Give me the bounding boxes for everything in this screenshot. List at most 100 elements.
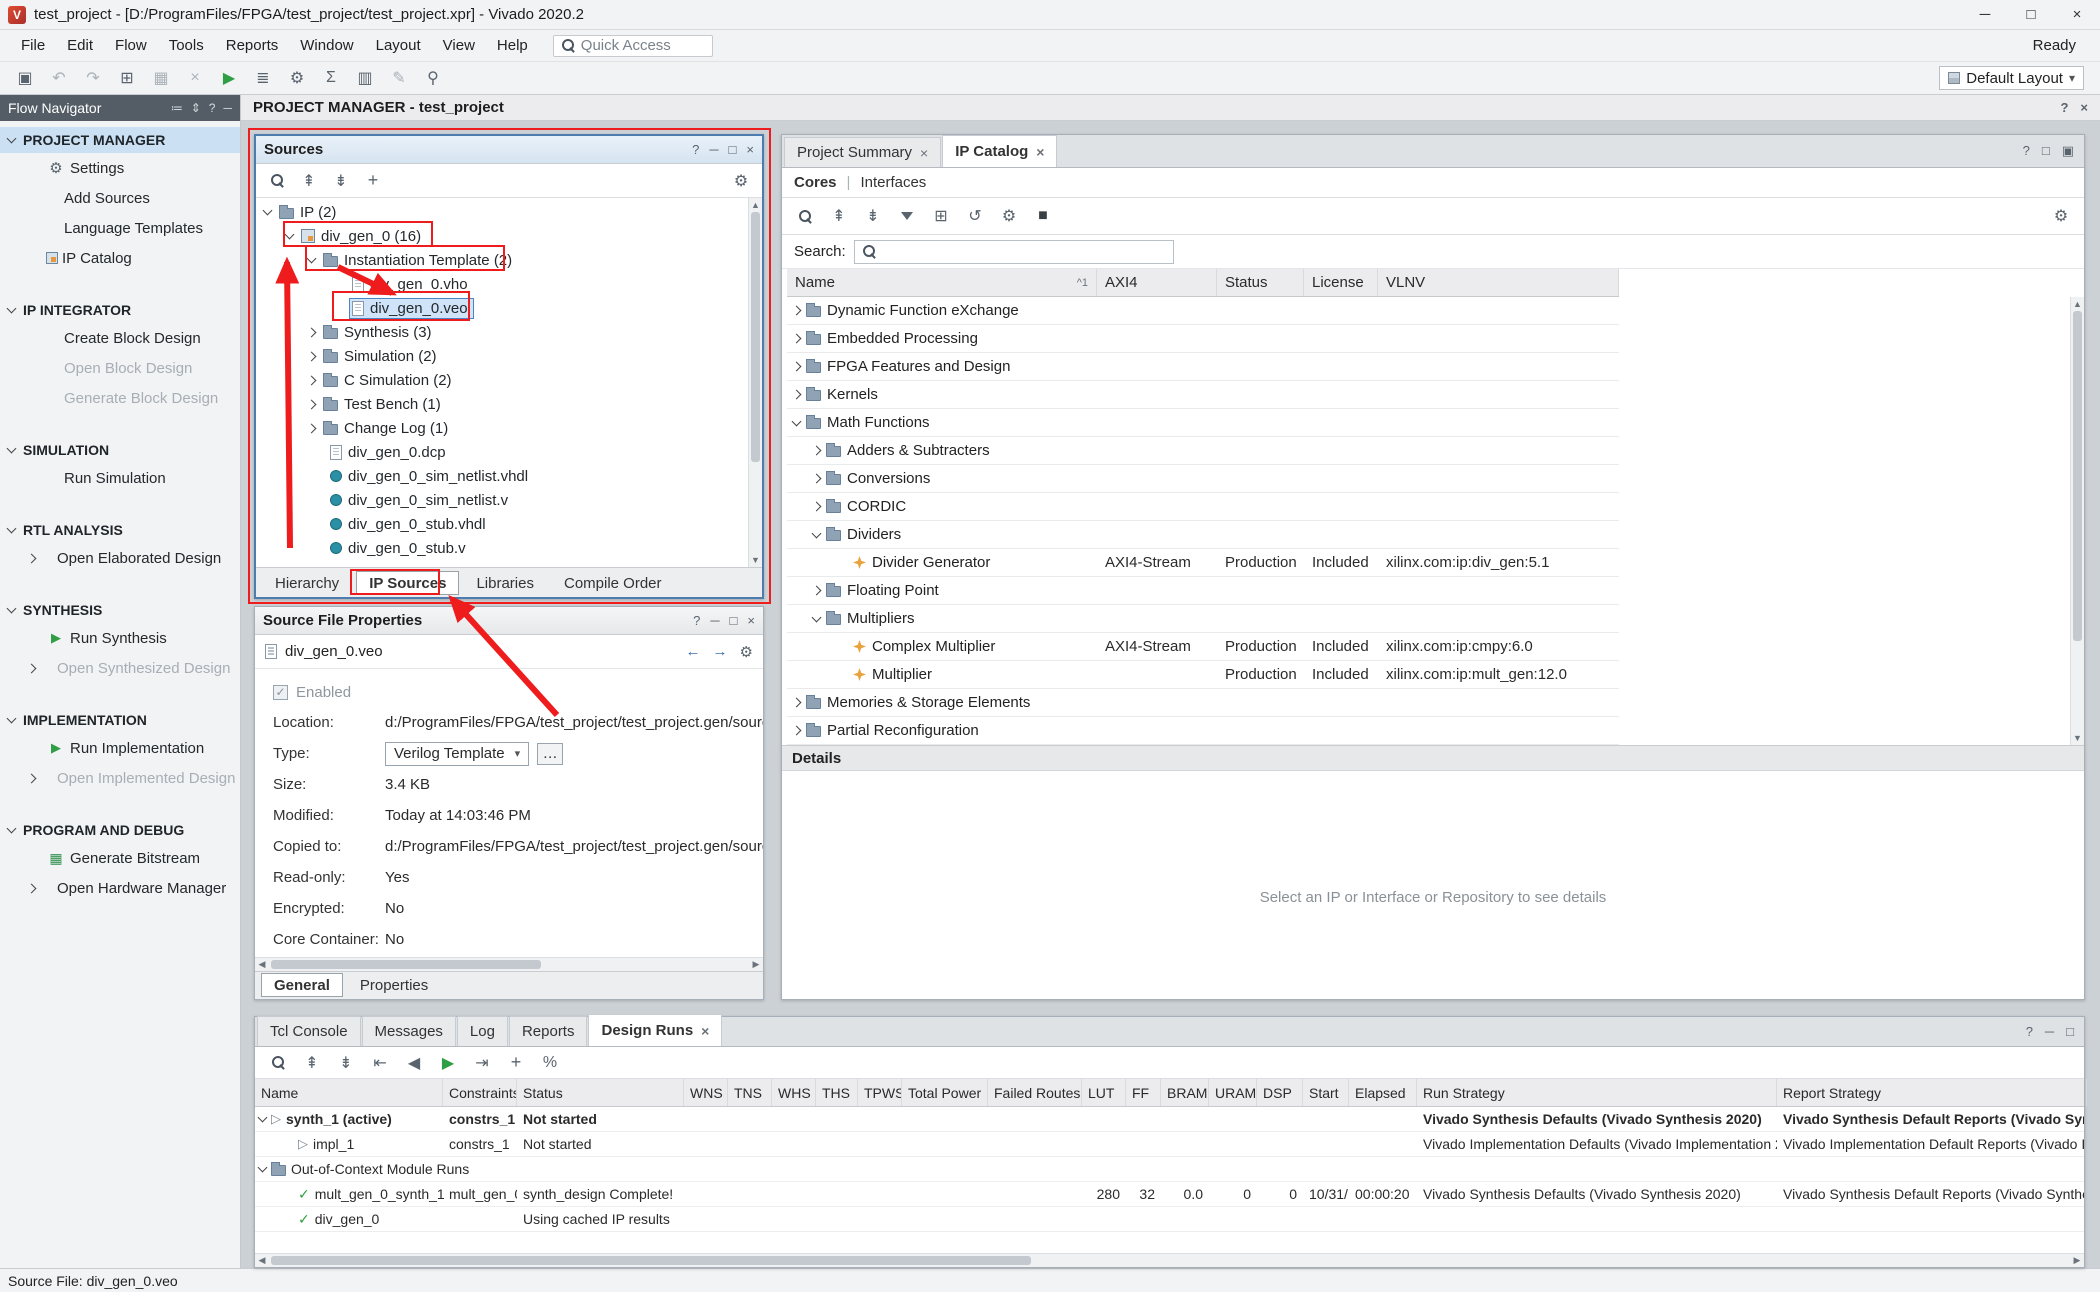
source-tree-item-c-simulation-2[interactable]: C Simulation (2) xyxy=(256,368,762,392)
catalog-row-fpga-features-and-design[interactable]: FPGA Features and Design xyxy=(787,353,1619,381)
collapse-all-icon[interactable]: ⇞ xyxy=(297,1050,327,1076)
sum-icon[interactable]: Σ xyxy=(316,65,346,91)
run-row-mult-gen-0-synth-1[interactable]: ✓mult_gen_0_synth_1mult_gen_0synth_desig… xyxy=(255,1182,2084,1207)
catalog-row-conversions[interactable]: Conversions xyxy=(787,465,1619,493)
paste-icon[interactable]: ▦ xyxy=(146,65,176,91)
bottom-tab-log[interactable]: Log xyxy=(457,1016,508,1046)
save-icon[interactable]: ▣ xyxy=(10,65,40,91)
type-dropdown[interactable]: Verilog Template▾ xyxy=(385,742,529,766)
source-tree-item-div-gen-0-dcp[interactable]: div_gen_0.dcp xyxy=(256,440,762,464)
ip-search-input[interactable] xyxy=(854,240,1174,264)
menu-view[interactable]: View xyxy=(432,33,486,58)
catalog-row-multiplier[interactable]: MultiplierProductionIncludedxilinx.com:i… xyxy=(787,661,1619,689)
step-forward-icon[interactable]: ⇥ xyxy=(467,1050,497,1076)
runs-column-dsp[interactable]: DSP xyxy=(1257,1079,1303,1106)
menu-edit[interactable]: Edit xyxy=(56,33,104,58)
flownav-item-ip-catalog[interactable]: IP Catalog xyxy=(0,243,240,273)
probe-icon[interactable]: ⚲ xyxy=(418,65,448,91)
source-tree-item-change-log-1[interactable]: Change Log (1) xyxy=(256,416,762,440)
flownav-section-implementation[interactable]: IMPLEMENTATION xyxy=(0,707,240,733)
runs-column-constraints[interactable]: Constraints xyxy=(443,1079,517,1106)
collapse-all-icon[interactable]: ⇞ xyxy=(294,168,324,194)
runs-column-uram[interactable]: URAM xyxy=(1209,1079,1257,1106)
scroll-left-icon[interactable]: ◀ xyxy=(255,1254,269,1267)
close-button[interactable]: × xyxy=(2054,0,2100,29)
flownav-section-project-manager[interactable]: PROJECT MANAGER xyxy=(0,127,240,153)
horizontal-scrollbar[interactable]: ◀ ▶ xyxy=(255,1253,2084,1267)
chevron-down-icon[interactable] xyxy=(263,206,273,216)
enabled-checkbox[interactable]: ✓ xyxy=(273,685,288,700)
source-tree-item-div-gen-0-sim-netlist-vhdl[interactable]: div_gen_0_sim_netlist.vhdl xyxy=(256,464,762,488)
add-sources-icon[interactable]: + xyxy=(358,168,388,194)
source-tree-item-div-gen-0-veo[interactable]: div_gen_0.veo xyxy=(256,296,762,320)
chevron-down-icon[interactable] xyxy=(792,416,802,426)
source-tree-item-div-gen-0-16[interactable]: div_gen_0 (16) xyxy=(256,224,762,248)
catalog-row-divider-generator[interactable]: Divider GeneratorAXI4-StreamProductionIn… xyxy=(787,549,1619,577)
help-icon[interactable]: ? xyxy=(693,613,700,628)
chevron-right-icon[interactable] xyxy=(792,306,802,316)
close-layout-icon[interactable]: × xyxy=(2080,100,2088,115)
chevron-down-icon[interactable] xyxy=(307,254,317,264)
chevron-right-icon[interactable] xyxy=(812,586,822,596)
filter-icon[interactable] xyxy=(892,203,922,229)
source-tree-item-div-gen-0-stub-vhdl[interactable]: div_gen_0_stub.vhdl xyxy=(256,512,762,536)
runs-column-status[interactable]: Status xyxy=(517,1079,684,1106)
scrollbar-thumb[interactable] xyxy=(271,960,541,969)
settings-gear-icon[interactable]: ⚙ xyxy=(2046,203,2076,229)
undo-icon[interactable]: ↶ xyxy=(44,65,74,91)
chevron-right-icon[interactable] xyxy=(307,423,317,433)
minimize-panel-icon[interactable]: ─ xyxy=(223,101,232,115)
bottom-tab-messages[interactable]: Messages xyxy=(362,1016,456,1046)
catalog-column-vlnv[interactable]: VLNV xyxy=(1378,269,1619,296)
ip-settings-icon[interactable]: ⚙ xyxy=(994,203,1024,229)
catalog-tab-ip-catalog[interactable]: IP Catalog× xyxy=(942,135,1057,167)
chevron-right-icon[interactable] xyxy=(307,327,317,337)
catalog-row-partial-reconfiguration[interactable]: Partial Reconfiguration xyxy=(787,717,1619,745)
flownav-item-generate-block-design[interactable]: Generate Block Design xyxy=(0,383,240,413)
source-tree-item-div-gen-0-vho[interactable]: div_gen_0.vho xyxy=(256,272,762,296)
layout-selector[interactable]: Default Layout ▾ xyxy=(1939,66,2084,90)
delete-icon[interactable]: × xyxy=(180,65,210,91)
runs-column-start[interactable]: Start xyxy=(1303,1079,1349,1106)
runs-column-tns[interactable]: TNS xyxy=(728,1079,772,1106)
source-tree-item-div-gen-0-stub-v[interactable]: div_gen_0_stub.v xyxy=(256,536,762,560)
float-panel-icon[interactable]: □ xyxy=(2042,143,2050,159)
flownav-item-run-simulation[interactable]: Run Simulation xyxy=(0,463,240,493)
chevron-right-icon[interactable] xyxy=(792,334,802,344)
expand-all-icon[interactable]: ⇟ xyxy=(331,1050,361,1076)
source-tree-item-div-gen-0-sim-netlist-v[interactable]: div_gen_0_sim_netlist.v xyxy=(256,488,762,512)
expand-collapse-icon[interactable]: ⇕ xyxy=(191,101,201,115)
search-icon[interactable] xyxy=(790,203,820,229)
minimize-panel-icon[interactable]: ─ xyxy=(2045,1024,2054,1039)
flownav-item-add-sources[interactable]: Add Sources xyxy=(0,183,240,213)
catalog-row-multipliers[interactable]: Multipliers xyxy=(787,605,1619,633)
catalog-subtab-interfaces[interactable]: Interfaces xyxy=(860,174,926,191)
bottom-tab-reports[interactable]: Reports xyxy=(509,1016,588,1046)
chevron-down-icon[interactable] xyxy=(258,1113,268,1123)
menu-file[interactable]: File xyxy=(10,33,56,58)
scrollbar-thumb[interactable] xyxy=(271,1256,1031,1265)
chevron-right-icon[interactable] xyxy=(307,375,317,385)
catalog-row-kernels[interactable]: Kernels xyxy=(787,381,1619,409)
properties-tab-general[interactable]: General xyxy=(261,973,343,997)
catalog-row-adders-subtracters[interactable]: Adders & Subtracters xyxy=(787,437,1619,465)
bottom-tab-design-runs[interactable]: Design Runs× xyxy=(588,1014,722,1046)
run-row-synth-1-active[interactable]: ▷synth_1 (active)constrs_1Not startedViv… xyxy=(255,1107,2084,1132)
flownav-section-program-and-debug[interactable]: PROGRAM AND DEBUG xyxy=(0,817,240,843)
bottom-tab-tcl-console[interactable]: Tcl Console xyxy=(257,1016,361,1046)
report-icon[interactable]: ▥ xyxy=(350,65,380,91)
chevron-down-icon[interactable] xyxy=(258,1163,268,1173)
percent-icon[interactable]: % xyxy=(535,1050,565,1076)
flownav-item-run-synthesis[interactable]: ▶Run Synthesis xyxy=(0,623,240,653)
help-icon[interactable]: ? xyxy=(692,142,699,157)
close-panel-icon[interactable]: × xyxy=(746,142,754,157)
flownav-section-simulation[interactable]: SIMULATION xyxy=(0,437,240,463)
float-panel-icon[interactable]: □ xyxy=(2066,1024,2074,1039)
flownav-item-language-templates[interactable]: Language Templates xyxy=(0,213,240,243)
flownav-item-run-implementation[interactable]: ▶Run Implementation xyxy=(0,733,240,763)
minimize-panel-icon[interactable]: ─ xyxy=(709,142,718,157)
flownav-section-ip-integrator[interactable]: IP INTEGRATOR xyxy=(0,297,240,323)
catalog-row-complex-multiplier[interactable]: Complex MultiplierAXI4-StreamProductionI… xyxy=(787,633,1619,661)
float-panel-icon[interactable]: □ xyxy=(729,142,737,157)
flownav-section-synthesis[interactable]: SYNTHESIS xyxy=(0,597,240,623)
